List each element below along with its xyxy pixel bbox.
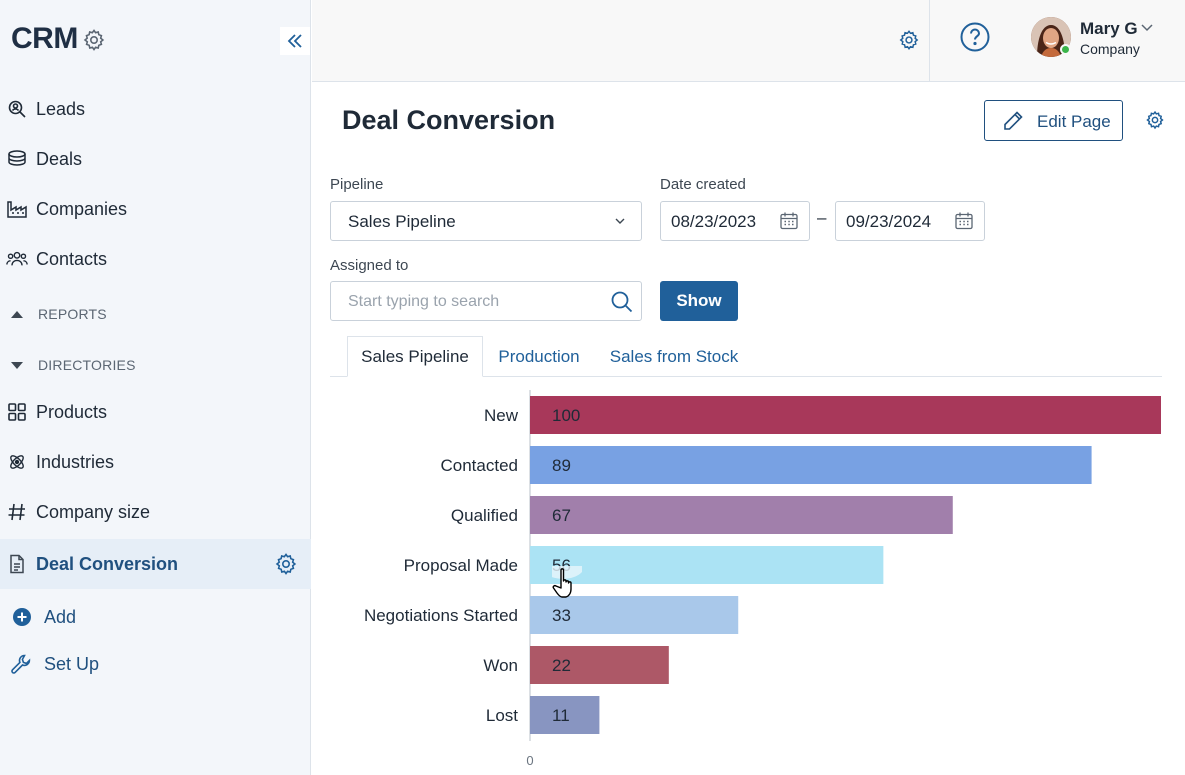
- date-created-label: Date created: [660, 176, 746, 193]
- tick-label: 0: [526, 753, 533, 765]
- help-icon[interactable]: [960, 22, 990, 52]
- category-label: Qualified: [451, 506, 518, 525]
- sidebar-item-label: Deals: [36, 148, 83, 169]
- assigned-to-search-input[interactable]: Start typing to search: [330, 281, 642, 321]
- date-separator: –: [817, 208, 827, 227]
- sidebar-item-label: Add: [44, 606, 77, 627]
- sidebar-item-products[interactable]: Products: [0, 388, 311, 436]
- category-label: Negotiations Started: [364, 606, 518, 625]
- coins-icon: [6, 148, 28, 170]
- collapse-sidebar-button[interactable]: [280, 27, 310, 55]
- user-name[interactable]: Mary G: [1080, 19, 1138, 39]
- tab-production[interactable]: Production: [489, 336, 589, 377]
- tab-sales-from-stock[interactable]: Sales from Stock: [601, 336, 747, 377]
- category-label: Lost: [486, 706, 518, 725]
- pipeline-select[interactable]: Sales Pipeline: [330, 201, 642, 241]
- app-title: CRM: [11, 22, 78, 55]
- pipeline-value: Sales Pipeline: [348, 212, 456, 231]
- gear-icon[interactable]: [898, 29, 920, 51]
- triangle-up-icon: [11, 311, 23, 318]
- page-title: Deal Conversion: [342, 105, 556, 135]
- bar: [530, 546, 884, 584]
- date-to-field[interactable]: 09/23/2024: [835, 201, 985, 241]
- sidebar-section-label: DIRECTORIES: [38, 357, 136, 373]
- pencil-icon: [1004, 111, 1023, 130]
- double-chevron-left-icon: [287, 34, 302, 48]
- people-icon: [6, 248, 28, 270]
- factory-icon: [6, 198, 28, 220]
- bar: [530, 446, 1092, 484]
- sidebar-section-label: REPORTS: [38, 306, 107, 322]
- deal-conversion-chart: New 100 Contacted 89 Qualified 67 Proposal Mad…: [364, 390, 1161, 765]
- sidebar-item-label: Company size: [36, 501, 151, 522]
- sidebar-item-deals[interactable]: Deals: [0, 135, 311, 183]
- wrench-icon: [10, 653, 32, 675]
- value-label: 67: [552, 506, 571, 525]
- sidebar-item-label: Leads: [36, 98, 86, 119]
- atom-icon: [6, 451, 28, 473]
- category-label: New: [484, 406, 519, 425]
- gear-icon[interactable]: [1145, 110, 1165, 130]
- online-status-indicator: [1060, 44, 1071, 55]
- sidebar-item-label: Deal Conversion: [36, 553, 179, 574]
- edit-page-button[interactable]: Edit Page: [984, 100, 1123, 141]
- sidebar-item-company-size[interactable]: Company size: [0, 488, 311, 536]
- gear-icon[interactable]: [82, 28, 106, 52]
- pipeline-label: Pipeline: [330, 176, 384, 193]
- value-label: 89: [552, 456, 571, 475]
- category-label: Won: [483, 656, 518, 675]
- edit-page-label: Edit Page: [1037, 112, 1111, 131]
- date-from-field[interactable]: 08/23/2023: [660, 201, 810, 241]
- bar: [530, 496, 953, 534]
- value-label: 22: [552, 656, 571, 675]
- sidebar-item-companies[interactable]: Companies: [0, 185, 311, 233]
- sidebar-item-leads[interactable]: Leads: [0, 85, 311, 133]
- bar: [530, 396, 1161, 434]
- tab-sales-pipeline[interactable]: Sales Pipeline: [347, 336, 483, 377]
- sidebar-item-deal-conversion[interactable]: Deal Conversion: [0, 539, 311, 589]
- top-bar: Mary G Company: [312, 0, 1185, 82]
- add-button[interactable]: Add: [0, 593, 311, 641]
- date-to-value: 09/23/2024: [846, 212, 932, 231]
- sidebar-item-label: Products: [36, 401, 108, 422]
- triangle-down-icon: [11, 362, 23, 369]
- grid-icon: [6, 401, 28, 423]
- value-label: 100: [552, 406, 580, 425]
- document-icon: [6, 553, 28, 575]
- calendar-icon[interactable]: [779, 211, 799, 231]
- hash-icon: [6, 501, 28, 523]
- bar: [530, 646, 669, 684]
- search-placeholder: Start typing to search: [348, 293, 500, 310]
- gear-icon[interactable]: [274, 552, 298, 576]
- calendar-icon[interactable]: [954, 211, 974, 231]
- sidebar-section-reports[interactable]: REPORTS: [0, 299, 311, 329]
- search-person-icon: [6, 98, 28, 120]
- chevron-down-icon: [615, 218, 625, 224]
- divider: [929, 0, 930, 82]
- category-label: Proposal Made: [404, 556, 518, 575]
- sidebar-item-contacts[interactable]: Contacts: [0, 235, 311, 283]
- sidebar-item-industries[interactable]: Industries: [0, 438, 311, 486]
- hand-pointer-icon: [552, 566, 582, 598]
- value-label: 11: [552, 706, 570, 725]
- sidebar-item-label: Companies: [36, 198, 128, 219]
- assigned-to-label: Assigned to: [330, 257, 409, 274]
- user-company: Company: [1080, 41, 1140, 57]
- category-label: Contacted: [441, 456, 519, 475]
- sidebar-item-label: Contacts: [36, 248, 108, 269]
- plus-circle-icon: [11, 606, 33, 628]
- date-from-value: 08/23/2023: [671, 212, 757, 231]
- sidebar-section-directories[interactable]: DIRECTORIES: [0, 350, 311, 380]
- value-label: 33: [552, 606, 571, 625]
- sidebar-item-label: Industries: [36, 451, 115, 472]
- show-button[interactable]: Show: [660, 281, 738, 321]
- sidebar-item-label: Set Up: [44, 653, 100, 674]
- search-icon[interactable]: [610, 290, 634, 314]
- chevron-down-icon[interactable]: [1140, 22, 1154, 32]
- setup-button[interactable]: Set Up: [0, 640, 311, 688]
- sidebar: CRM Leads Deals Companies Contacts REPOR…: [0, 0, 311, 775]
